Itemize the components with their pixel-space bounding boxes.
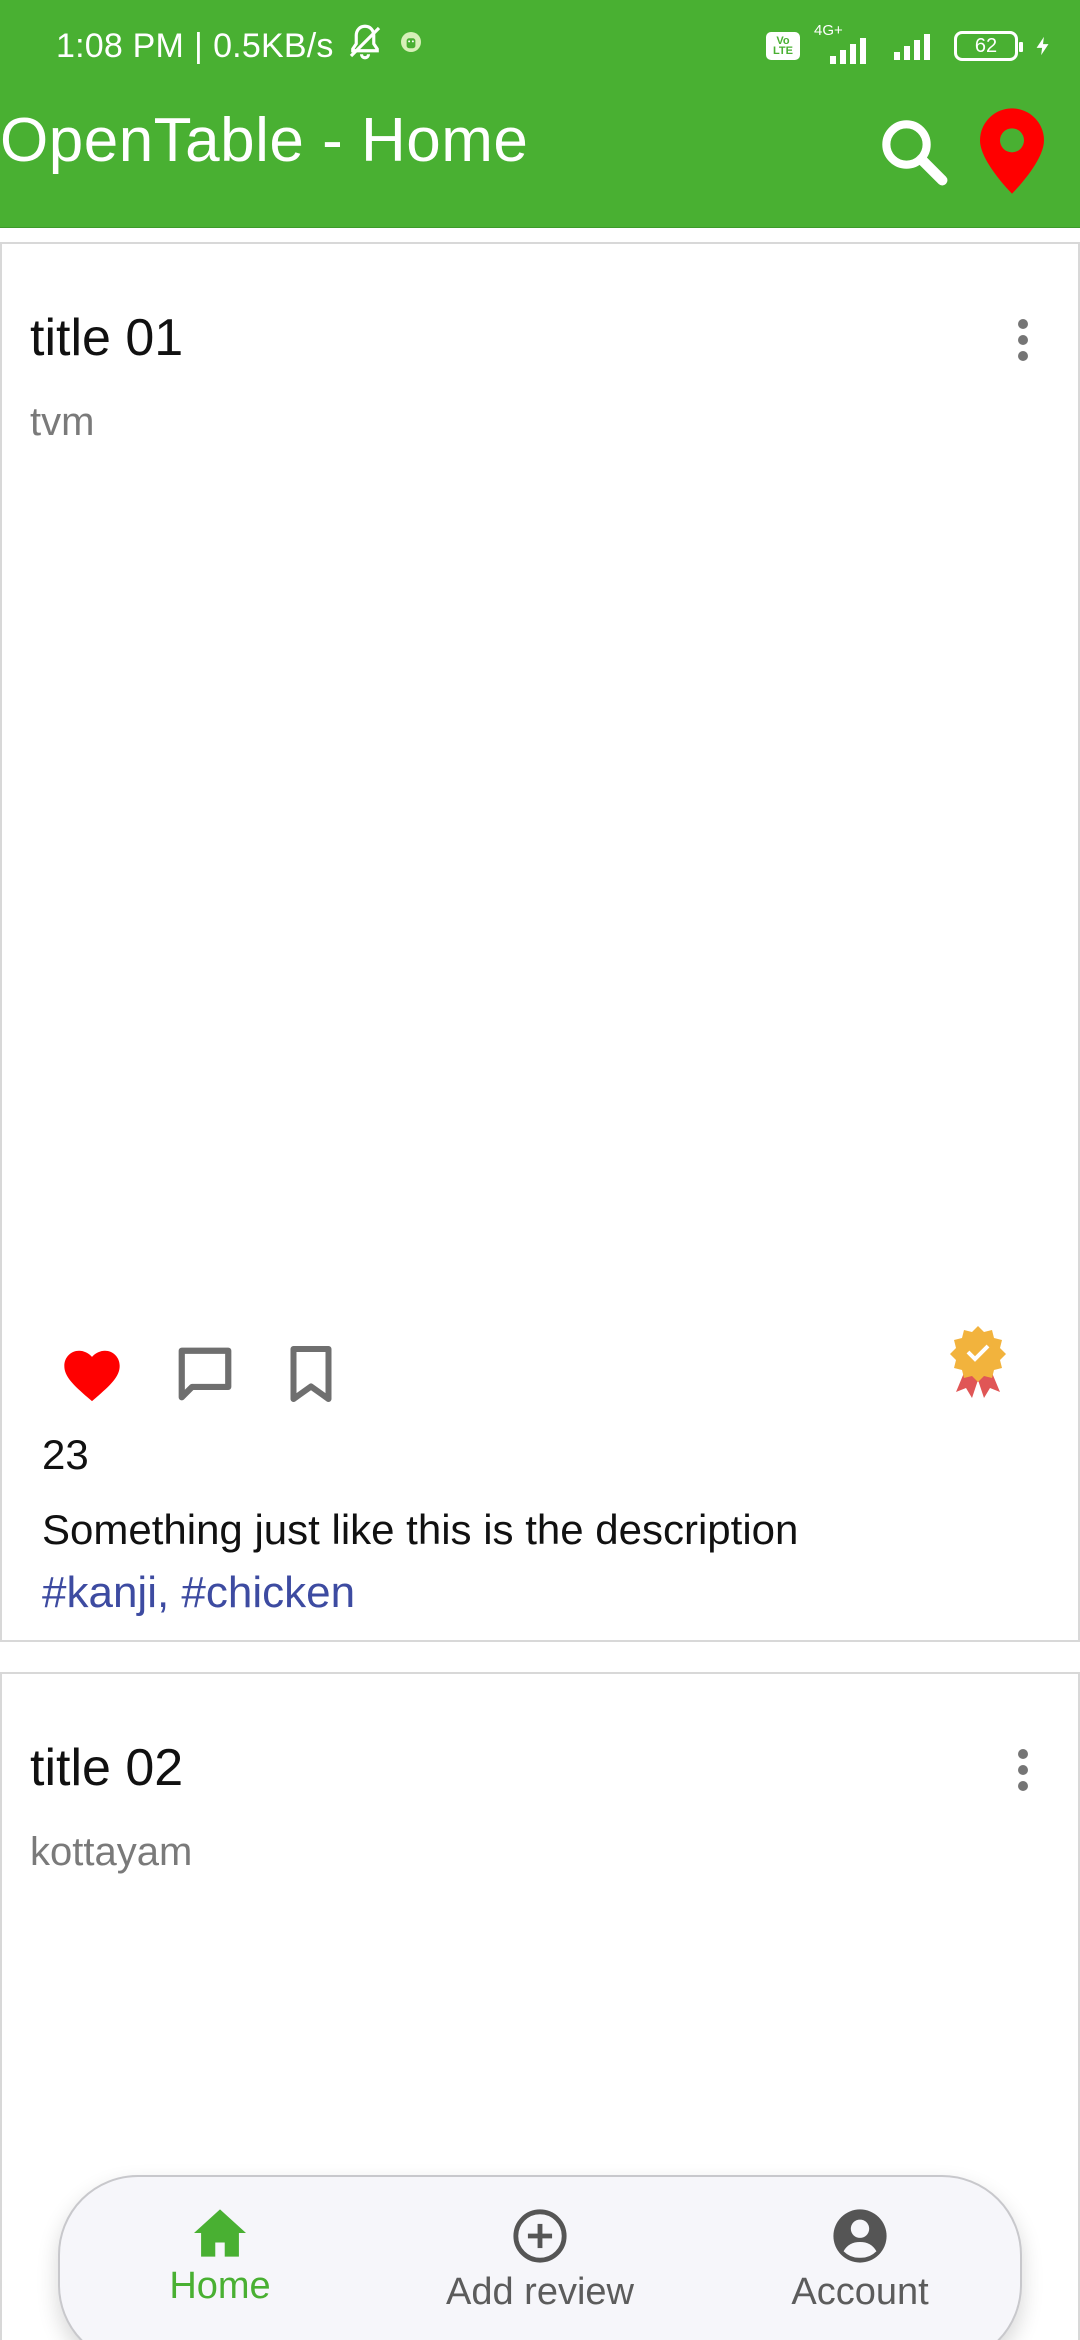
home-icon [194,2209,246,2257]
add-circle-icon [513,2209,567,2263]
battery-level: 62 [974,35,998,57]
charging-bolt-icon [1036,36,1049,56]
signal-icon [894,34,930,60]
bottom-navigation: Home Add review Account [58,2175,1022,2340]
location-button[interactable] [980,108,1044,194]
signal-icon [830,38,866,64]
post-description: Something just like this is the descript… [42,1506,799,1553]
nav-item-add-review[interactable]: Add review [400,2207,680,2327]
nav-label: Home [169,2265,271,2307]
more-vert-icon [1018,319,1028,329]
app-bar-actions [874,108,1044,194]
status-left: 1:08 PM | 0.5KB/s [56,22,426,70]
location-pin-icon [980,108,1044,194]
status-bar: 1:08 PM | 0.5KB/s Vo LTE 4G+ 62 [0,0,1080,92]
heart-icon [64,1350,120,1401]
status-time: 1:08 PM [56,26,185,65]
screen: 1:08 PM | 0.5KB/s Vo LTE 4G+ 62 OpenTabl… [0,0,1080,2340]
post-location: tvm [30,400,95,444]
nav-label: Add review [446,2271,634,2313]
post-actions [60,1336,336,1416]
status-separator: | [194,26,204,65]
post-card[interactable]: title 01 tvm 23 Something just like this… [0,242,1080,1642]
like-button[interactable] [60,1345,124,1408]
bookmark-icon [290,1345,332,1402]
post-title: title 01 [30,309,184,367]
more-options-button[interactable] [1008,1744,1038,1796]
android-notification-icon [396,27,426,66]
network-signal: 4G+ [814,22,876,64]
battery-icon: 62 [954,31,1023,61]
status-right: Vo LTE 4G+ 62 [766,22,1054,70]
status-network-speed: 0.5KB/s [213,26,334,65]
more-vert-icon [1018,1749,1028,1759]
account-circle-icon [833,2209,887,2263]
post-tags[interactable]: #kanji, #chicken [42,1571,355,1615]
nav-item-account[interactable]: Account [720,2207,1000,2327]
app-bar: OpenTable - Home [0,92,1080,228]
search-icon [882,120,948,186]
award-badge-icon [948,1324,1008,1400]
bookmark-button[interactable] [286,1344,336,1409]
comment-icon [178,1347,232,1400]
app-title: OpenTable - Home [0,106,529,175]
search-button[interactable] [874,112,952,190]
comment-button[interactable] [174,1343,236,1410]
volte-icon: Vo LTE [766,32,800,60]
likes-count: 23 [42,1431,89,1478]
post-title: title 02 [30,1739,184,1797]
post-location: kottayam [30,1830,193,1874]
mute-bell-icon [344,21,386,72]
nav-item-home[interactable]: Home [80,2207,360,2327]
more-options-button[interactable] [1008,314,1038,366]
nav-label: Account [791,2271,929,2313]
